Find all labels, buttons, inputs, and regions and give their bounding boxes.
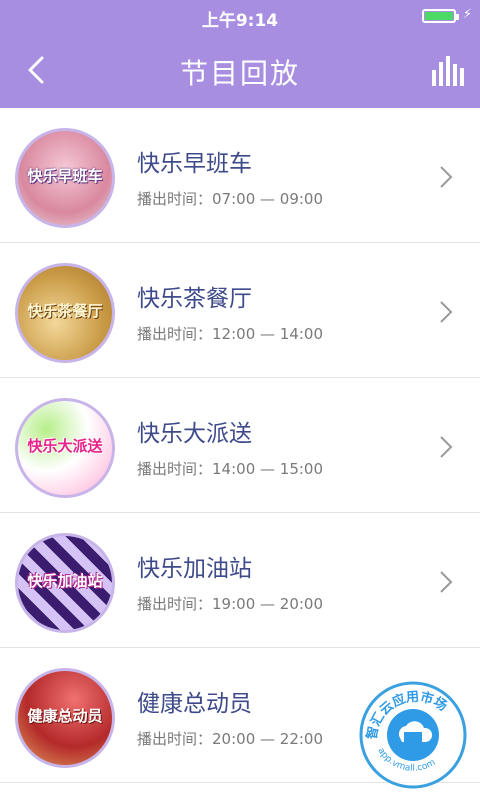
status-bar: 上午9:14 ⚡ <box>0 0 480 32</box>
status-time: 上午9:14 <box>201 11 279 31</box>
program-title: 快乐加油站 <box>137 556 252 582</box>
stats-button[interactable] <box>430 54 464 86</box>
program-time: 播出时间：07:00 — 09:00 <box>137 190 324 208</box>
program-row[interactable]: 快乐大派送 快乐大派送 播出时间：14:00 — 15:00 <box>0 378 480 513</box>
program-time: 播出时间：20:00 — 22:00 <box>137 730 324 748</box>
program-time: 播出时间：12:00 — 14:00 <box>137 325 324 343</box>
page-title: 节目回放 <box>179 57 300 90</box>
program-thumbnail: 快乐加油站 <box>15 533 115 633</box>
battery-icon <box>422 9 459 23</box>
thumbnail-label: 快乐茶餐厅 <box>27 302 103 320</box>
thumbnail-label: 快乐大派送 <box>27 437 103 455</box>
program-title: 快乐大派送 <box>137 421 252 447</box>
thumbnail-label: 健康总动员 <box>27 707 103 725</box>
navigation-bar: 节目回放 <box>0 32 480 108</box>
program-time: 播出时间：14:00 — 15:00 <box>137 460 324 478</box>
chevron-right-icon <box>440 571 453 593</box>
vmall-watermark: 智汇云应用市场 app.vmall.com <box>359 681 467 789</box>
charging-icon: ⚡ <box>462 7 472 22</box>
program-title: 快乐早班车 <box>137 151 252 177</box>
chevron-right-icon <box>440 436 453 458</box>
program-thumbnail: 快乐大派送 <box>15 398 115 498</box>
program-row[interactable]: 快乐早班车 快乐早班车 播出时间：07:00 — 09:00 <box>0 108 480 243</box>
program-row[interactable]: 快乐茶餐厅 快乐茶餐厅 播出时间：12:00 — 14:00 <box>0 243 480 378</box>
program-thumbnail: 快乐早班车 <box>15 128 115 228</box>
top-bar: 上午9:14 ⚡ 节目回放 <box>0 0 480 108</box>
thumbnail-label: 快乐早班车 <box>27 167 103 185</box>
bar-chart-icon <box>432 56 464 86</box>
program-thumbnail: 快乐茶餐厅 <box>15 263 115 363</box>
thumbnail-label: 快乐加油站 <box>27 572 103 590</box>
program-title: 健康总动员 <box>137 691 252 717</box>
program-row[interactable]: 快乐加油站 快乐加油站 播出时间：19:00 — 20:00 <box>0 513 480 648</box>
chevron-right-icon <box>440 166 453 188</box>
chevron-right-icon <box>440 301 453 323</box>
program-title: 快乐茶餐厅 <box>137 286 252 312</box>
program-time: 播出时间：19:00 — 20:00 <box>137 595 324 613</box>
program-thumbnail: 健康总动员 <box>15 668 115 768</box>
